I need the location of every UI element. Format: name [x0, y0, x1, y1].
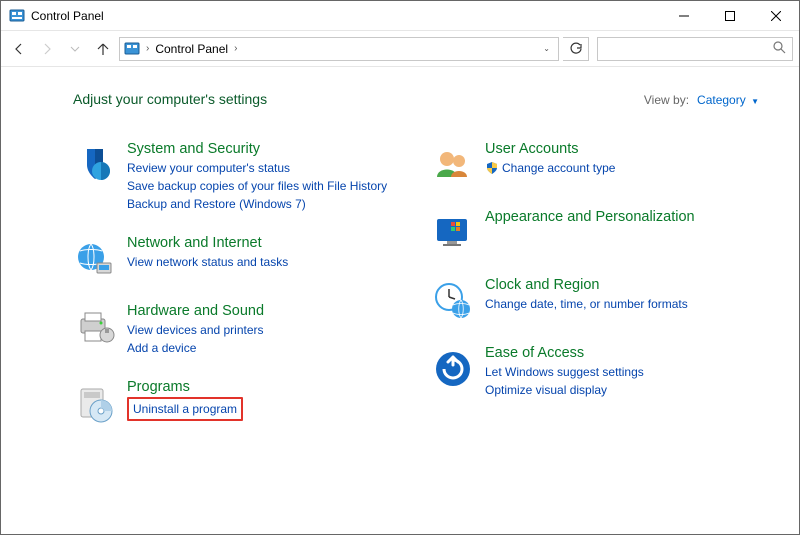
link-change-account-type[interactable]: Change account type: [502, 159, 615, 177]
category-title[interactable]: Programs: [127, 379, 243, 395]
search-input[interactable]: [597, 37, 793, 61]
users-icon: [431, 143, 475, 187]
category-clock-region: Clock and Region Change date, time, or n…: [431, 277, 759, 323]
category-system-security: System and Security Review your computer…: [73, 141, 401, 213]
address-icon: [124, 41, 140, 57]
recent-locations-button[interactable]: [63, 37, 87, 61]
category-network-internet: Network and Internet View network status…: [73, 235, 401, 281]
category-ease-of-access: Ease of Access Let Windows suggest setti…: [431, 345, 759, 399]
link-add-device[interactable]: Add a device: [127, 339, 264, 357]
view-by-value[interactable]: Category: [697, 93, 746, 107]
address-bar[interactable]: › Control Panel › ⌄: [119, 37, 559, 61]
category-title[interactable]: System and Security: [127, 141, 387, 157]
view-by-label: View by:: [644, 93, 689, 107]
view-by-selector[interactable]: View by: Category ▼: [644, 93, 759, 107]
content-area: Adjust your computer's settings View by:…: [1, 67, 799, 467]
category-user-accounts: User Accounts Change account type: [431, 141, 759, 187]
category-appearance: Appearance and Personalization: [431, 209, 759, 255]
search-icon: [772, 40, 786, 57]
highlight-annotation: Uninstall a program: [127, 397, 243, 421]
chevron-right-icon[interactable]: ›: [228, 43, 243, 54]
category-title[interactable]: Clock and Region: [485, 277, 688, 293]
printer-hardware-icon: [73, 305, 117, 349]
category-title[interactable]: User Accounts: [485, 141, 615, 157]
category-title[interactable]: Appearance and Personalization: [485, 209, 695, 225]
clock-globe-icon: [431, 279, 475, 323]
ease-of-access-icon: [431, 347, 475, 391]
close-button[interactable]: [753, 1, 799, 31]
up-button[interactable]: [91, 37, 115, 61]
link-file-history[interactable]: Save backup copies of your files with Fi…: [127, 177, 387, 195]
chevron-right-icon[interactable]: ›: [140, 43, 155, 54]
link-windows-suggest[interactable]: Let Windows suggest settings: [485, 363, 644, 381]
category-hardware-sound: Hardware and Sound View devices and prin…: [73, 303, 401, 357]
navigation-bar: › Control Panel › ⌄: [1, 31, 799, 67]
breadcrumb-location[interactable]: Control Panel: [155, 42, 228, 56]
monitor-appearance-icon: [431, 211, 475, 255]
category-title[interactable]: Network and Internet: [127, 235, 288, 251]
link-uninstall-program[interactable]: Uninstall a program: [133, 402, 237, 416]
window-title: Control Panel: [31, 9, 104, 23]
link-backup-restore[interactable]: Backup and Restore (Windows 7): [127, 195, 387, 213]
back-button[interactable]: [7, 37, 31, 61]
link-devices-printers[interactable]: View devices and printers: [127, 321, 264, 339]
globe-network-icon: [73, 237, 117, 281]
maximize-button[interactable]: [707, 1, 753, 31]
category-title[interactable]: Hardware and Sound: [127, 303, 264, 319]
link-optimize-display[interactable]: Optimize visual display: [485, 381, 644, 399]
left-column: System and Security Review your computer…: [73, 141, 401, 447]
link-network-status[interactable]: View network status and tasks: [127, 253, 288, 271]
disc-box-icon: [73, 381, 117, 425]
shield-computer-icon: [73, 143, 117, 187]
link-review-status[interactable]: Review your computer's status: [127, 159, 387, 177]
uac-shield-icon: [485, 161, 499, 175]
minimize-button[interactable]: [661, 1, 707, 31]
control-panel-icon: [9, 8, 25, 24]
forward-button[interactable]: [35, 37, 59, 61]
address-dropdown-icon[interactable]: ⌄: [539, 44, 554, 53]
right-column: User Accounts Change account type: [431, 141, 759, 447]
category-programs: Programs Uninstall a program: [73, 379, 401, 425]
refresh-button[interactable]: [563, 37, 589, 61]
chevron-down-icon: ▼: [751, 97, 759, 106]
titlebar: Control Panel: [1, 1, 799, 31]
category-title[interactable]: Ease of Access: [485, 345, 644, 361]
link-date-time-formats[interactable]: Change date, time, or number formats: [485, 295, 688, 313]
